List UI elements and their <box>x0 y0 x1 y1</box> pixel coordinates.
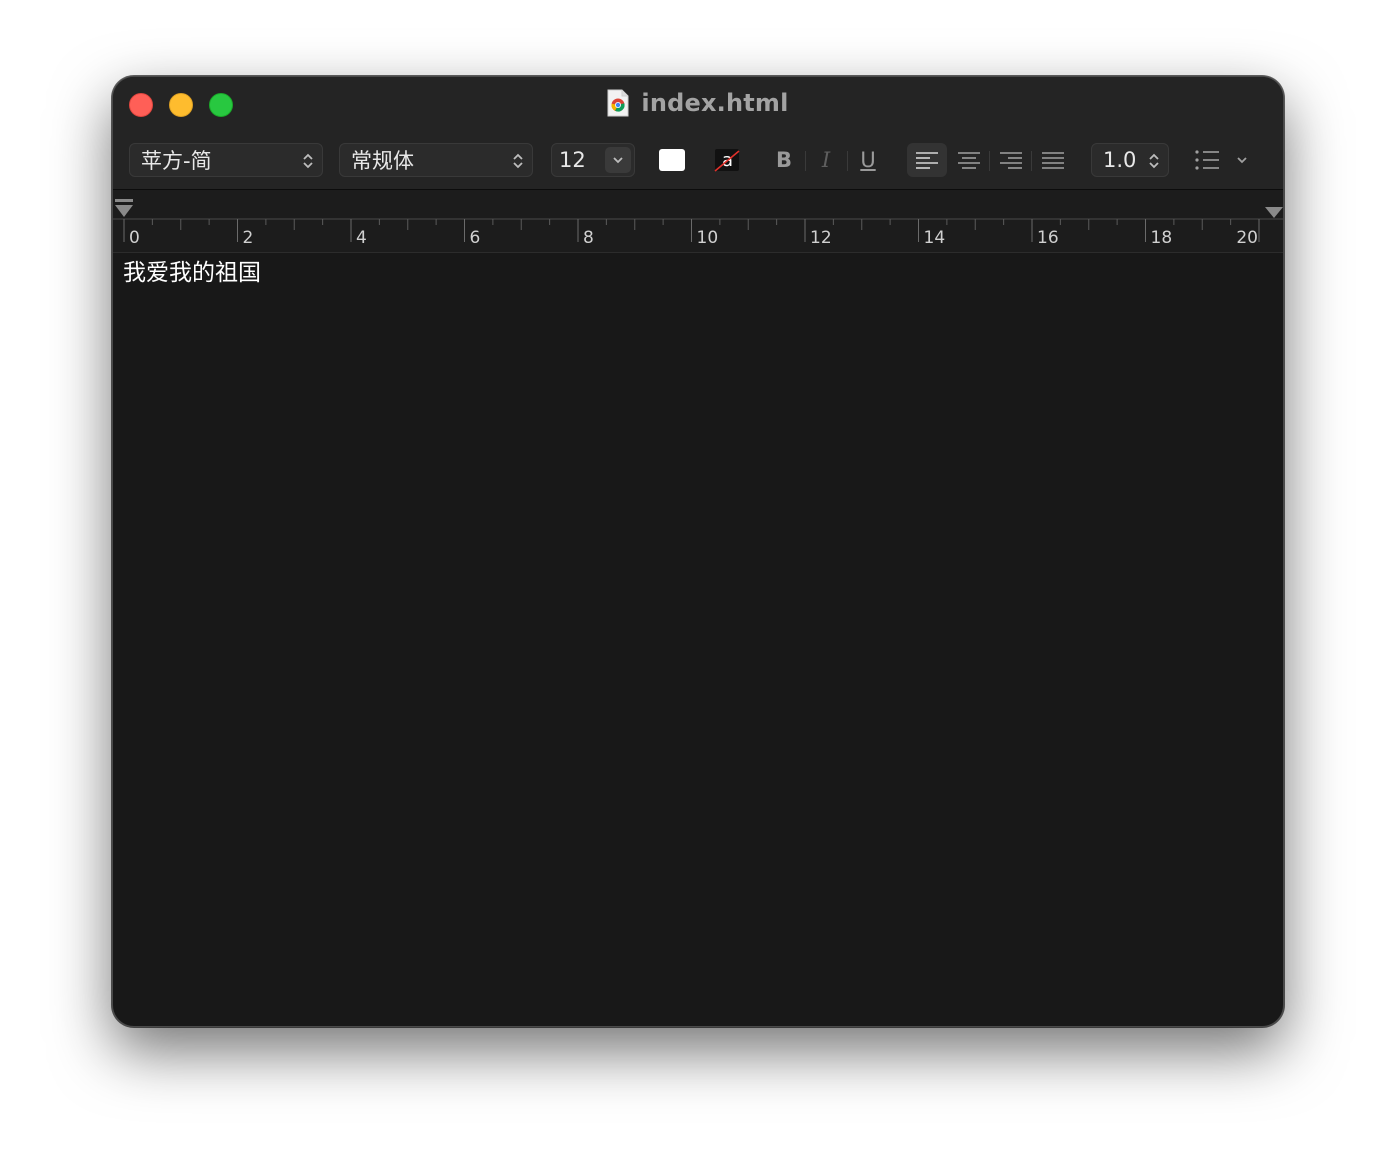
chevron-down-icon[interactable] <box>1235 153 1249 167</box>
stepper-updown-icon <box>1149 153 1159 169</box>
align-justify-button[interactable] <box>1033 143 1073 177</box>
underline-button[interactable]: U <box>853 143 883 177</box>
align-left-button[interactable] <box>907 143 947 177</box>
font-style-select[interactable]: 常规体 <box>339 143 533 177</box>
ruler-label: 6 <box>470 228 481 248</box>
font-size-combobox[interactable]: 12 <box>551 143 635 177</box>
ruler-scale: 0 2 4 6 8 10 12 14 16 18 20 <box>113 199 1283 248</box>
window-title-text: index.html <box>641 89 789 117</box>
bullet-list-icon <box>1195 150 1219 170</box>
font-size-value: 12 <box>559 148 586 172</box>
document-text[interactable]: 我爱我的祖国 <box>123 253 261 287</box>
line-spacing-value: 1.0 <box>1103 148 1137 172</box>
stepper-updown-icon <box>303 153 313 169</box>
ruler-label: 8 <box>583 228 594 248</box>
window-title: index.html <box>113 87 1283 119</box>
right-indent-marker[interactable] <box>1265 207 1283 218</box>
ruler-label: 14 <box>924 228 946 248</box>
chevron-down-icon <box>613 157 623 164</box>
text-color-well[interactable] <box>659 149 685 171</box>
ruler-label: 4 <box>356 228 367 248</box>
ruler[interactable]: 0 2 4 6 8 10 12 14 16 18 20 <box>113 190 1283 253</box>
ruler-label: 0 <box>129 228 140 248</box>
align-right-icon <box>1000 152 1022 169</box>
font-size-dropdown-button[interactable] <box>605 147 631 173</box>
bold-button[interactable]: B <box>769 143 799 177</box>
format-toolbar: 苹方-简 常规体 12 B I U 1.0 <box>113 143 1283 179</box>
align-justify-icon <box>1042 152 1064 169</box>
toolbar-divider <box>1031 151 1032 171</box>
font-family-select[interactable]: 苹方-简 <box>129 143 323 177</box>
font-family-value: 苹方-简 <box>141 149 212 173</box>
align-center-button[interactable] <box>949 143 989 177</box>
no-highlight-icon: a <box>714 149 740 172</box>
chrome-html-file-icon <box>607 89 629 117</box>
stepper-updown-icon <box>513 153 523 169</box>
highlight-color-well[interactable]: a <box>713 147 741 173</box>
toolbar-divider <box>847 151 848 171</box>
titlebar: index.html 苹方-简 常规体 12 B I U 1.0 <box>113 77 1283 190</box>
textedit-window: index.html 苹方-简 常规体 12 B I U 1.0 0 2 4 6… <box>112 76 1284 1027</box>
ruler-label: 12 <box>810 228 832 248</box>
font-style-value: 常规体 <box>351 149 414 173</box>
ruler-label: 16 <box>1037 228 1059 248</box>
ruler-label: 10 <box>697 228 719 248</box>
list-style-button[interactable] <box>1193 147 1223 173</box>
align-center-icon <box>958 152 980 169</box>
toolbar-divider <box>805 151 806 171</box>
ruler-label: 20 <box>1236 228 1258 248</box>
align-right-button[interactable] <box>991 143 1031 177</box>
align-left-icon <box>916 152 938 169</box>
toolbar-divider <box>989 151 990 171</box>
line-spacing-select[interactable]: 1.0 <box>1091 143 1169 177</box>
italic-button[interactable]: I <box>811 143 841 177</box>
ruler-label: 18 <box>1151 228 1173 248</box>
first-line-indent-marker[interactable] <box>115 199 133 202</box>
left-indent-marker[interactable] <box>115 205 133 217</box>
ruler-label: 2 <box>243 228 254 248</box>
